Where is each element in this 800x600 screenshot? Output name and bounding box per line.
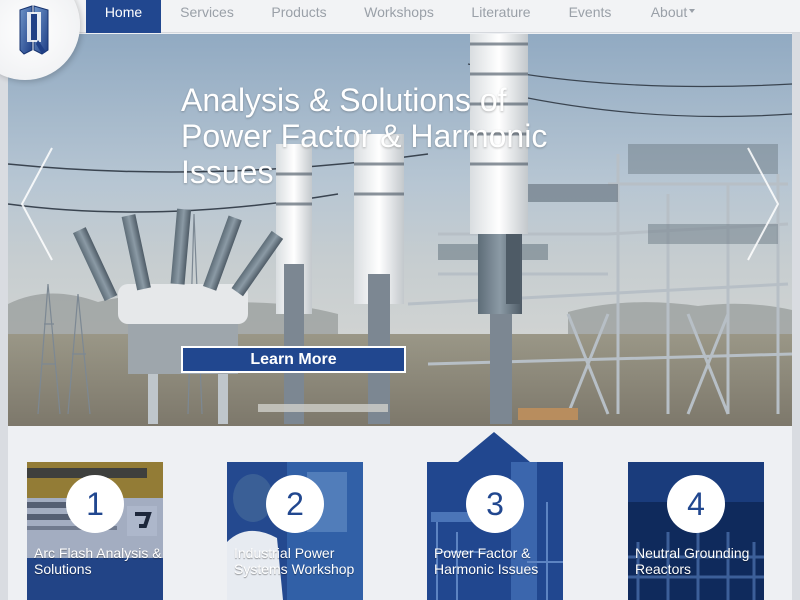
caret-down-icon: [689, 9, 696, 14]
nav-literature[interactable]: Literature: [460, 0, 542, 33]
chevron-right-icon[interactable]: [742, 144, 782, 264]
page: Home Services Products Workshops Literat…: [0, 0, 800, 600]
card-number: 3: [466, 475, 524, 533]
card-label: Industrial Power Systems Workshop: [234, 545, 355, 577]
card-arc-flash[interactable]: 1 Arc Flash Analysis & Solutions: [27, 462, 163, 600]
hero-title: Analysis & Solutions of Power Factor & H…: [181, 82, 548, 190]
hero-slider: Analysis & Solutions of Power Factor & H…: [8, 34, 792, 426]
nav-services-label: Services: [180, 4, 234, 20]
nav-workshops-label: Workshops: [364, 4, 434, 20]
nav-about-label: About: [650, 4, 688, 20]
card-number: 1: [66, 475, 124, 533]
card-label: Arc Flash Analysis & Solutions: [34, 545, 162, 577]
logo-icon: [19, 5, 49, 55]
nav-literature-label: Literature: [471, 4, 531, 20]
nav-services[interactable]: Services: [168, 0, 246, 33]
nav-home[interactable]: Home: [86, 0, 161, 33]
nav-home-label: Home: [104, 4, 143, 20]
chevron-left-icon[interactable]: [18, 144, 58, 264]
learn-more-button[interactable]: Learn More: [181, 346, 406, 373]
logo[interactable]: [0, 0, 86, 86]
card-power-factor[interactable]: 3 Power Factor & Harmonic Issues: [427, 462, 563, 600]
card-number: 4: [667, 475, 725, 533]
card-neutral-grounding[interactable]: 4 Neutral Grounding Reactors: [628, 462, 764, 600]
card-industrial-power[interactable]: 2 Industrial Power Systems Workshop: [227, 462, 363, 600]
page-frame-left: [0, 0, 8, 600]
nav-products[interactable]: Products: [258, 0, 340, 33]
card-number: 2: [266, 475, 324, 533]
nav-about[interactable]: About: [638, 0, 708, 33]
nav-workshops[interactable]: Workshops: [353, 0, 445, 33]
nav-events-label: Events: [568, 4, 612, 20]
nav-events[interactable]: Events: [558, 0, 622, 33]
page-frame-right: [792, 0, 800, 600]
active-card-pointer: [458, 432, 530, 462]
top-nav: Home Services Products Workshops Literat…: [0, 0, 800, 33]
card-label: Power Factor & Harmonic Issues: [434, 545, 539, 577]
nav-products-label: Products: [271, 4, 327, 20]
card-label: Neutral Grounding Reactors: [635, 545, 750, 577]
